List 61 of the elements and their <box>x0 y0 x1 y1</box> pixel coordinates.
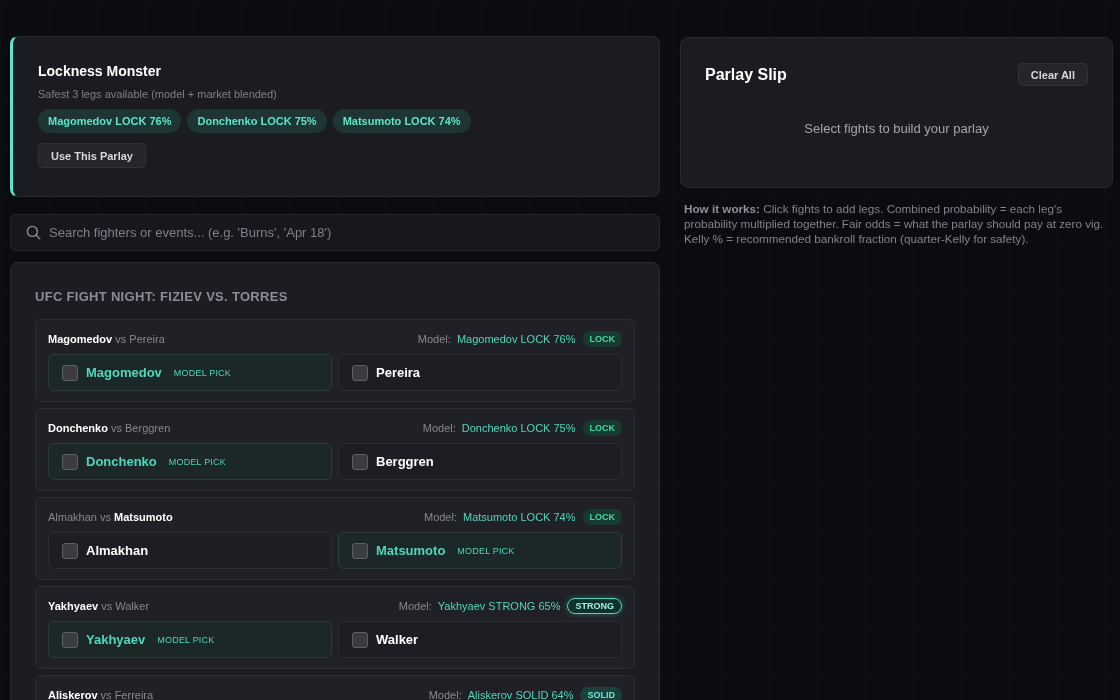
fighter-name: Magomedov <box>86 365 162 380</box>
search-icon <box>26 225 41 240</box>
model-call: Matsumoto LOCK 74% <box>463 511 576 523</box>
help-text: How it works: Click fights to add legs. Combined probability = each leg's probability multiplied together. Fair odds = what the parlay should pay at zero vig. Kelly % = recommended bankroll fraction (quarter-Kelly for safety). <box>684 201 1105 246</box>
card-subtitle: Safest 3 legs available (model + market blended) <box>38 87 278 101</box>
checkbox[interactable] <box>352 453 368 470</box>
tier-badge: LOCK <box>582 420 622 436</box>
model-call: Magomedov LOCK 76% <box>456 333 576 345</box>
model-call: Yakhyaev STRONG 65% <box>437 600 561 612</box>
event-title: UFC FIGHT NIGHT: FIZIEV VS. TORRES <box>35 289 289 305</box>
fighter-option[interactable]: Walker <box>338 621 622 658</box>
use-parlay-button[interactable]: Use This Parlay <box>38 143 146 168</box>
slip-title: Parlay Slip <box>705 65 787 84</box>
model-label: Model: <box>422 422 456 434</box>
tier-badge: LOCK <box>582 509 622 525</box>
fighter-option[interactable]: Yakhyaev MODEL PICK <box>48 621 332 658</box>
fighter-option[interactable]: Berggren <box>338 443 622 480</box>
checkbox[interactable] <box>62 453 78 470</box>
tier-badge: LOCK <box>582 331 622 347</box>
model-label: Model: <box>428 689 462 700</box>
model-call: Aliskerov SOLID 64% <box>467 689 574 700</box>
fighter-name: Walker <box>376 632 419 647</box>
model-call: Donchenko LOCK 75% <box>461 422 576 434</box>
model-pick-tag: MODEL PICK <box>168 456 226 467</box>
fighter-name: Berggren <box>376 454 434 469</box>
model-label: Model: <box>423 511 457 523</box>
matchup-text: Almakhan vs Matsumoto <box>48 511 173 523</box>
fighter-name: Pereira <box>376 365 421 380</box>
model-label: Model: <box>417 333 451 345</box>
search-field[interactable]: Search fighters or events... (e.g. 'Burns', 'Apr 18') <box>10 214 660 251</box>
model-pick-tag: MODEL PICK <box>157 634 215 645</box>
fighter-name: Yakhyaev <box>86 632 146 647</box>
checkbox[interactable] <box>352 542 368 559</box>
checkbox[interactable] <box>62 631 78 648</box>
matchup-text: Magomedov vs Pereira <box>48 333 165 345</box>
model-pick-tag: MODEL PICK <box>457 545 515 556</box>
checkbox[interactable] <box>62 364 78 381</box>
fighter-name: Matsumoto <box>376 543 446 558</box>
model-label: Model: <box>398 600 432 612</box>
fighter-option[interactable]: Matsumoto MODEL PICK <box>338 532 622 569</box>
checkbox[interactable] <box>62 542 78 559</box>
matchup-text: Donchenko vs Berggren <box>48 422 171 434</box>
checkbox[interactable] <box>352 631 368 648</box>
matchup-text: Yakhyaev vs Walker <box>48 600 150 612</box>
fighter-name: Almakhan <box>86 543 149 558</box>
checkbox[interactable] <box>352 364 368 381</box>
clear-all-button[interactable]: Clear All <box>1017 63 1088 86</box>
fighter-option[interactable]: Pereira <box>338 354 622 391</box>
tier-badge: STRONG <box>567 598 622 614</box>
leg-chip: Donchenko LOCK 75% <box>187 109 327 133</box>
leg-chip: Matsumoto LOCK 74% <box>332 109 471 133</box>
fighter-option[interactable]: Magomedov MODEL PICK <box>48 354 332 391</box>
fighter-option[interactable]: Almakhan <box>48 532 332 569</box>
leg-chip: Magomedov LOCK 76% <box>38 109 182 133</box>
empty-message: Select fights to build your parlay <box>803 121 990 136</box>
matchup-text: Aliskerov vs Ferreira <box>48 689 154 700</box>
tier-badge: SOLID <box>580 687 622 700</box>
fighter-option[interactable]: Donchenko MODEL PICK <box>48 443 332 480</box>
model-pick-tag: MODEL PICK <box>173 367 232 378</box>
card-title: Lockness Monster <box>38 63 162 80</box>
fighter-name: Donchenko <box>86 454 157 469</box>
